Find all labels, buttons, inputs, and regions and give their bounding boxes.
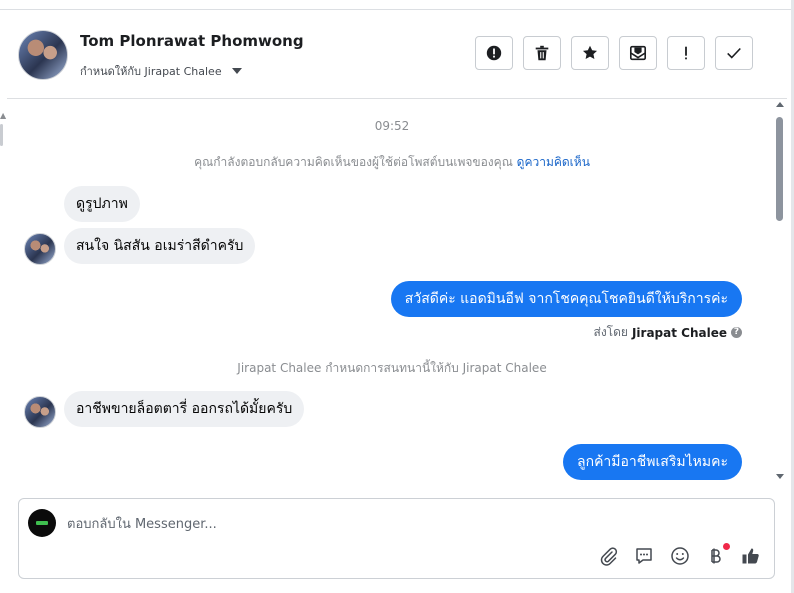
contact-avatar-small[interactable] xyxy=(24,233,56,265)
sent-by-name[interactable]: Jirapat Chalee xyxy=(632,326,727,340)
emoji-icon xyxy=(671,547,689,565)
trash-icon xyxy=(535,45,549,61)
assignee-dropdown[interactable]: กำหนดให้กับ Jirapat Chalee xyxy=(80,62,242,80)
mark-priority-button[interactable] xyxy=(667,36,705,70)
contact-avatar[interactable] xyxy=(18,30,68,80)
assignment-note: Jirapat Chalee กำหนดการสนทนานี้ให้กับ Ji… xyxy=(237,361,547,375)
delete-button[interactable] xyxy=(523,36,561,70)
message-thread: 09:52 คุณกำลังตอบกลับความคิดเห็นของผู้ใช… xyxy=(7,99,771,491)
like-button[interactable] xyxy=(740,545,762,567)
incoming-message[interactable]: สนใจ นิสสัน อเมร่าสีดำครับ xyxy=(64,228,256,264)
thumbs-up-icon xyxy=(742,548,759,564)
scroll-thumb[interactable] xyxy=(776,117,783,221)
paperclip-icon xyxy=(600,547,618,566)
chevron-down-icon xyxy=(231,68,242,74)
contact-name[interactable]: Tom Plonrawat Phomwong xyxy=(80,32,304,50)
notice-text: คุณกำลังตอบกลับความคิดเห็นของผู้ใช้ต่อโพ… xyxy=(194,155,513,169)
left-panel-scrollbar[interactable] xyxy=(0,124,3,146)
incoming-message[interactable]: อาชีพขายล็อตตารี่ ออกรถได้มั้ยครับ xyxy=(64,391,305,427)
baht-payment-icon xyxy=(711,548,721,564)
comment-reply-notice: คุณกำลังตอบกลับความคิดเห็นของผู้ใช้ต่อโพ… xyxy=(7,153,771,172)
contact-avatar-small[interactable] xyxy=(24,396,56,428)
outgoing-message[interactable]: สวัสดีค่ะ แอดมินอีฟ จากโชคคุณโชคยินดีให้… xyxy=(390,281,742,317)
conversation-header: Tom Plonrawat Phomwong กำหนดให้กับ Jirap… xyxy=(7,10,787,99)
mark-unread-button[interactable] xyxy=(619,36,657,70)
timestamp: 09:52 xyxy=(374,119,410,133)
scroll-down-arrow-icon[interactable] xyxy=(776,474,784,479)
page-avatar xyxy=(28,509,56,537)
reply-composer: ตอบกลับใน Messenger... xyxy=(18,498,775,579)
notification-dot xyxy=(723,543,730,550)
scroll-up-arrow-icon[interactable] xyxy=(776,102,784,107)
saved-reply-icon xyxy=(636,548,652,564)
sent-by-prefix: ส่งโดย xyxy=(593,325,628,339)
alert-circle-icon xyxy=(486,45,502,61)
incoming-message[interactable]: ดูรูปภาพ xyxy=(64,186,140,222)
saved-reply-button[interactable] xyxy=(633,545,655,567)
left-panel-scroll-up-icon[interactable]: ▲ xyxy=(0,112,6,120)
view-comment-link[interactable]: ดูความคิดเห็น xyxy=(517,155,590,169)
priority-icon xyxy=(685,46,687,60)
star-button[interactable] xyxy=(571,36,609,70)
help-icon[interactable]: ? xyxy=(731,327,742,338)
check-icon xyxy=(727,47,741,59)
window-top-edge xyxy=(0,0,794,10)
mark-spam-button[interactable] xyxy=(475,36,513,70)
star-icon xyxy=(582,45,598,60)
mark-done-button[interactable] xyxy=(715,36,753,70)
assignee-label: กำหนดให้กับ Jirapat Chalee xyxy=(80,65,222,78)
sent-by-label: ส่งโดย Jirapat Chalee ? xyxy=(593,323,742,342)
emoji-button[interactable] xyxy=(669,545,691,567)
reply-input[interactable]: ตอบกลับใน Messenger... xyxy=(67,513,217,534)
mark-unread-icon xyxy=(629,45,647,61)
outgoing-message[interactable]: ลูกค้ามีอาชีพเสริมไหมคะ xyxy=(563,444,742,480)
attach-button[interactable] xyxy=(597,545,619,567)
